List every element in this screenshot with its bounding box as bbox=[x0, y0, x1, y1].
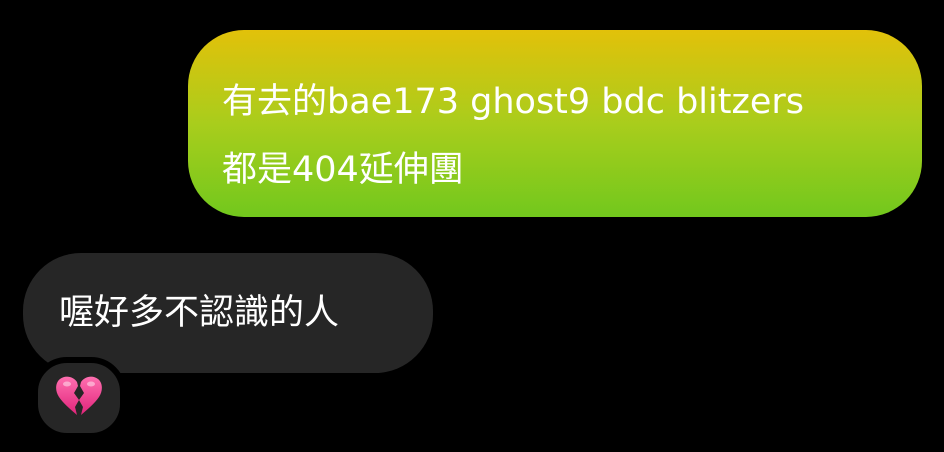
incoming-message-bubble[interactable]: 喔好多不認識的人 bbox=[23, 253, 433, 373]
outgoing-message-bubble[interactable]: 有去的bae173 ghost9 bdc blitzers 都是404延伸團 bbox=[188, 30, 922, 217]
outgoing-message-line-1: 有去的bae173 ghost9 bdc blitzers bbox=[222, 82, 805, 122]
incoming-message-text: 喔好多不認識的人 bbox=[59, 293, 340, 333]
chat-thread: 有去的bae173 ghost9 bdc blitzers 都是404延伸團 喔… bbox=[0, 0, 944, 452]
outgoing-message-line-2: 都是404延伸團 bbox=[222, 150, 464, 190]
message-reaction[interactable] bbox=[32, 357, 126, 439]
broken-heart-icon bbox=[55, 374, 103, 422]
